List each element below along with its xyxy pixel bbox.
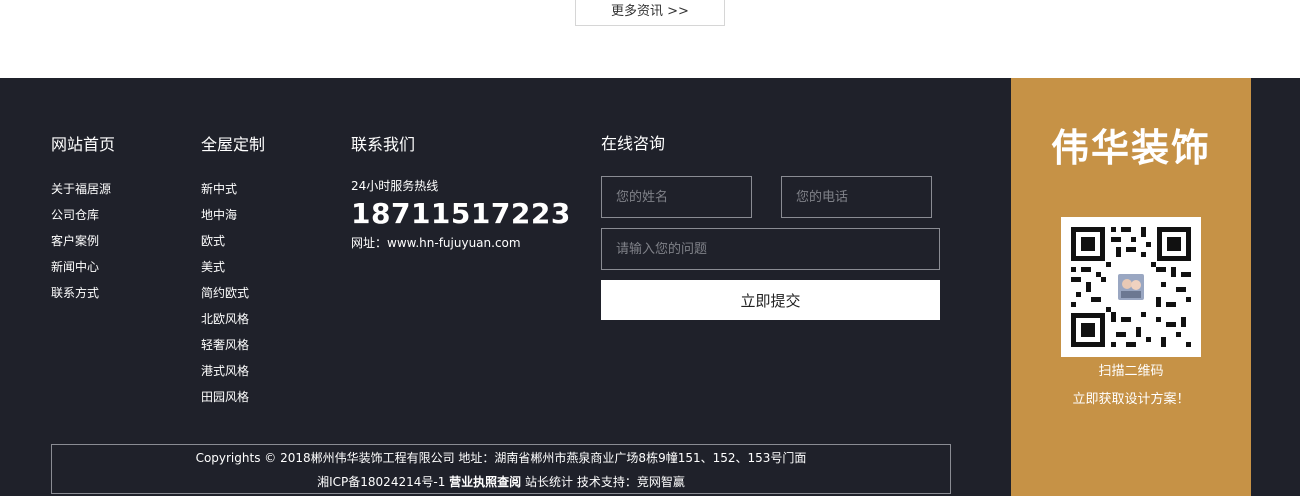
nav-custom-item[interactable]: 田园风格 xyxy=(201,384,265,410)
submit-button[interactable]: 立即提交 xyxy=(601,280,940,320)
brand-panel: 伟华装饰 扫描二维码 立即获取设计方案！ xyxy=(1011,78,1251,496)
phone-input[interactable] xyxy=(781,176,932,218)
footer-contact: 联系我们 24小时服务热线 18711517223 网址：www.hn-fuju… xyxy=(351,134,571,252)
brand-name: 伟华装饰 xyxy=(1050,125,1211,170)
qr-code-icon xyxy=(1061,217,1201,357)
footer-nav-custom: 全屋定制 新中式 地中海 欧式 美式 简约欧式 北欧风格 轻奢风格 港式风格 田… xyxy=(201,134,265,410)
more-news-button[interactable]: 更多资讯 >> xyxy=(575,0,725,26)
contact-title: 联系我们 xyxy=(351,135,416,154)
website-address: 网址：www.hn-fujuyuan.com xyxy=(351,236,521,250)
site-stats-link[interactable]: 站长统计 xyxy=(525,475,573,489)
qr-code-graphic xyxy=(1061,217,1201,357)
copyright-box: Copyrights © 2018郴州伟华装饰工程有限公司 地址：湖南省郴州市燕… xyxy=(51,444,951,494)
nav-custom-item[interactable]: 地中海 xyxy=(201,202,265,228)
hotline-number: 18711517223 xyxy=(351,197,571,230)
nav-custom-item[interactable]: 北欧风格 xyxy=(201,306,265,332)
icp-number[interactable]: 湘ICP备18024214号-1 xyxy=(317,475,445,489)
tech-support-text: 技术支持：竞网智赢 xyxy=(576,475,685,489)
name-input[interactable] xyxy=(601,176,752,218)
footer-consult-form: 在线咨询 立即提交 xyxy=(601,134,940,320)
hotline-label: 24小时服务热线 xyxy=(351,179,439,193)
nav-home-item[interactable]: 联系方式 xyxy=(51,280,115,306)
nav-home-item[interactable]: 公司仓库 xyxy=(51,202,115,228)
nav-custom-item[interactable]: 美式 xyxy=(201,254,265,280)
consult-title: 在线咨询 xyxy=(601,134,666,153)
footer-nav-home: 网站首页 关于福居源 公司仓库 客户案例 新闻中心 联系方式 xyxy=(51,134,115,306)
get-plan-text: 立即获取设计方案！ xyxy=(1072,392,1190,407)
nav-home-item[interactable]: 关于福居源 xyxy=(51,176,115,202)
nav-custom-item[interactable]: 新中式 xyxy=(201,176,265,202)
scan-qr-text: 扫描二维码 xyxy=(1098,364,1164,379)
nav-home-item[interactable]: 新闻中心 xyxy=(51,254,115,280)
footer: 网站首页 关于福居源 公司仓库 客户案例 新闻中心 联系方式 全屋定制 新中式 … xyxy=(0,78,1300,496)
nav-custom-title[interactable]: 全屋定制 xyxy=(201,134,265,156)
copyright-line: Copyrights © 2018郴州伟华装饰工程有限公司 地址：湖南省郴州市燕… xyxy=(195,451,807,465)
icp-line: 湘ICP备18024214号-1 营业执照查阅 站长统计 技术支持：竞网智赢 xyxy=(52,470,950,494)
nav-custom-item[interactable]: 简约欧式 xyxy=(201,280,265,306)
nav-home-item[interactable]: 客户案例 xyxy=(51,228,115,254)
business-license-link[interactable]: 营业执照查阅 xyxy=(449,475,521,489)
nav-custom-item[interactable]: 欧式 xyxy=(201,228,265,254)
question-input[interactable] xyxy=(601,228,940,270)
nav-home-title[interactable]: 网站首页 xyxy=(51,134,115,156)
nav-custom-item[interactable]: 港式风格 xyxy=(201,358,265,384)
nav-custom-item[interactable]: 轻奢风格 xyxy=(201,332,265,358)
